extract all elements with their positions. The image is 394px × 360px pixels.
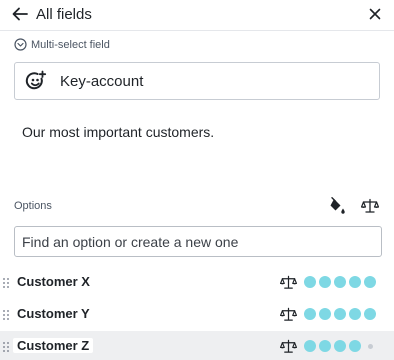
drag-handle-icon[interactable] bbox=[3, 276, 9, 288]
arrow-left-icon bbox=[12, 7, 28, 21]
color-button[interactable] bbox=[328, 196, 348, 216]
back-button[interactable] bbox=[10, 4, 30, 24]
scale-icon[interactable] bbox=[279, 305, 297, 323]
rating-dot-filled[interactable] bbox=[349, 308, 361, 320]
rating-dots bbox=[304, 276, 376, 288]
rating-dot-filled[interactable] bbox=[334, 308, 346, 320]
field-type: Multi-select field bbox=[14, 38, 110, 51]
option-label: Customer Z bbox=[13, 338, 94, 353]
option-search-input[interactable] bbox=[14, 226, 382, 257]
field-editor-panel: All fields Multi-select field Key-accoun… bbox=[0, 0, 394, 360]
scale-icon[interactable] bbox=[279, 273, 297, 291]
rating-dot-filled[interactable] bbox=[319, 276, 331, 288]
header-title: All fields bbox=[36, 6, 92, 23]
rating-dot-filled[interactable] bbox=[349, 340, 361, 352]
rating-dot-filled[interactable] bbox=[364, 276, 376, 288]
rating-dots bbox=[304, 340, 373, 352]
rating-dot-filled[interactable] bbox=[364, 308, 376, 320]
rating-dot-filled[interactable] bbox=[334, 276, 346, 288]
field-name-input[interactable]: Key-account bbox=[14, 62, 380, 100]
field-description[interactable]: Our most important customers. bbox=[22, 124, 214, 140]
weight-button[interactable] bbox=[360, 196, 380, 216]
scale-icon bbox=[361, 198, 379, 213]
rating-dot-empty[interactable] bbox=[368, 343, 373, 349]
option-row[interactable]: Customer Z bbox=[0, 331, 394, 360]
rating-dot-filled[interactable] bbox=[304, 340, 316, 352]
drag-handle-icon[interactable] bbox=[3, 340, 9, 352]
option-row[interactable]: Customer Y bbox=[0, 299, 394, 329]
emoji-picker[interactable] bbox=[24, 69, 48, 93]
field-type-label: Multi-select field bbox=[31, 38, 110, 51]
rating-dot-filled[interactable] bbox=[349, 276, 361, 288]
rating-dot-filled[interactable] bbox=[319, 308, 331, 320]
field-name-text: Key-account bbox=[60, 72, 144, 90]
rating-dots bbox=[304, 308, 376, 320]
drag-handle-icon[interactable] bbox=[3, 308, 9, 320]
option-label: Customer Y bbox=[17, 306, 90, 321]
scale-icon[interactable] bbox=[279, 337, 297, 355]
smiley-add-icon bbox=[25, 70, 47, 90]
rating-dot-filled[interactable] bbox=[304, 276, 316, 288]
options-toolbar bbox=[328, 196, 380, 216]
chevron-circle-icon bbox=[14, 38, 27, 51]
rating-dot-filled[interactable] bbox=[319, 340, 331, 352]
close-button[interactable] bbox=[366, 5, 384, 23]
rating-dot-filled[interactable] bbox=[334, 340, 346, 352]
paint-bucket-icon bbox=[330, 197, 345, 214]
option-row[interactable]: Customer X bbox=[0, 267, 394, 297]
option-label: Customer X bbox=[17, 274, 90, 289]
rating-dot-filled[interactable] bbox=[304, 308, 316, 320]
header: All fields bbox=[0, 0, 394, 31]
close-icon bbox=[369, 8, 381, 20]
options-label: Options bbox=[14, 200, 52, 212]
